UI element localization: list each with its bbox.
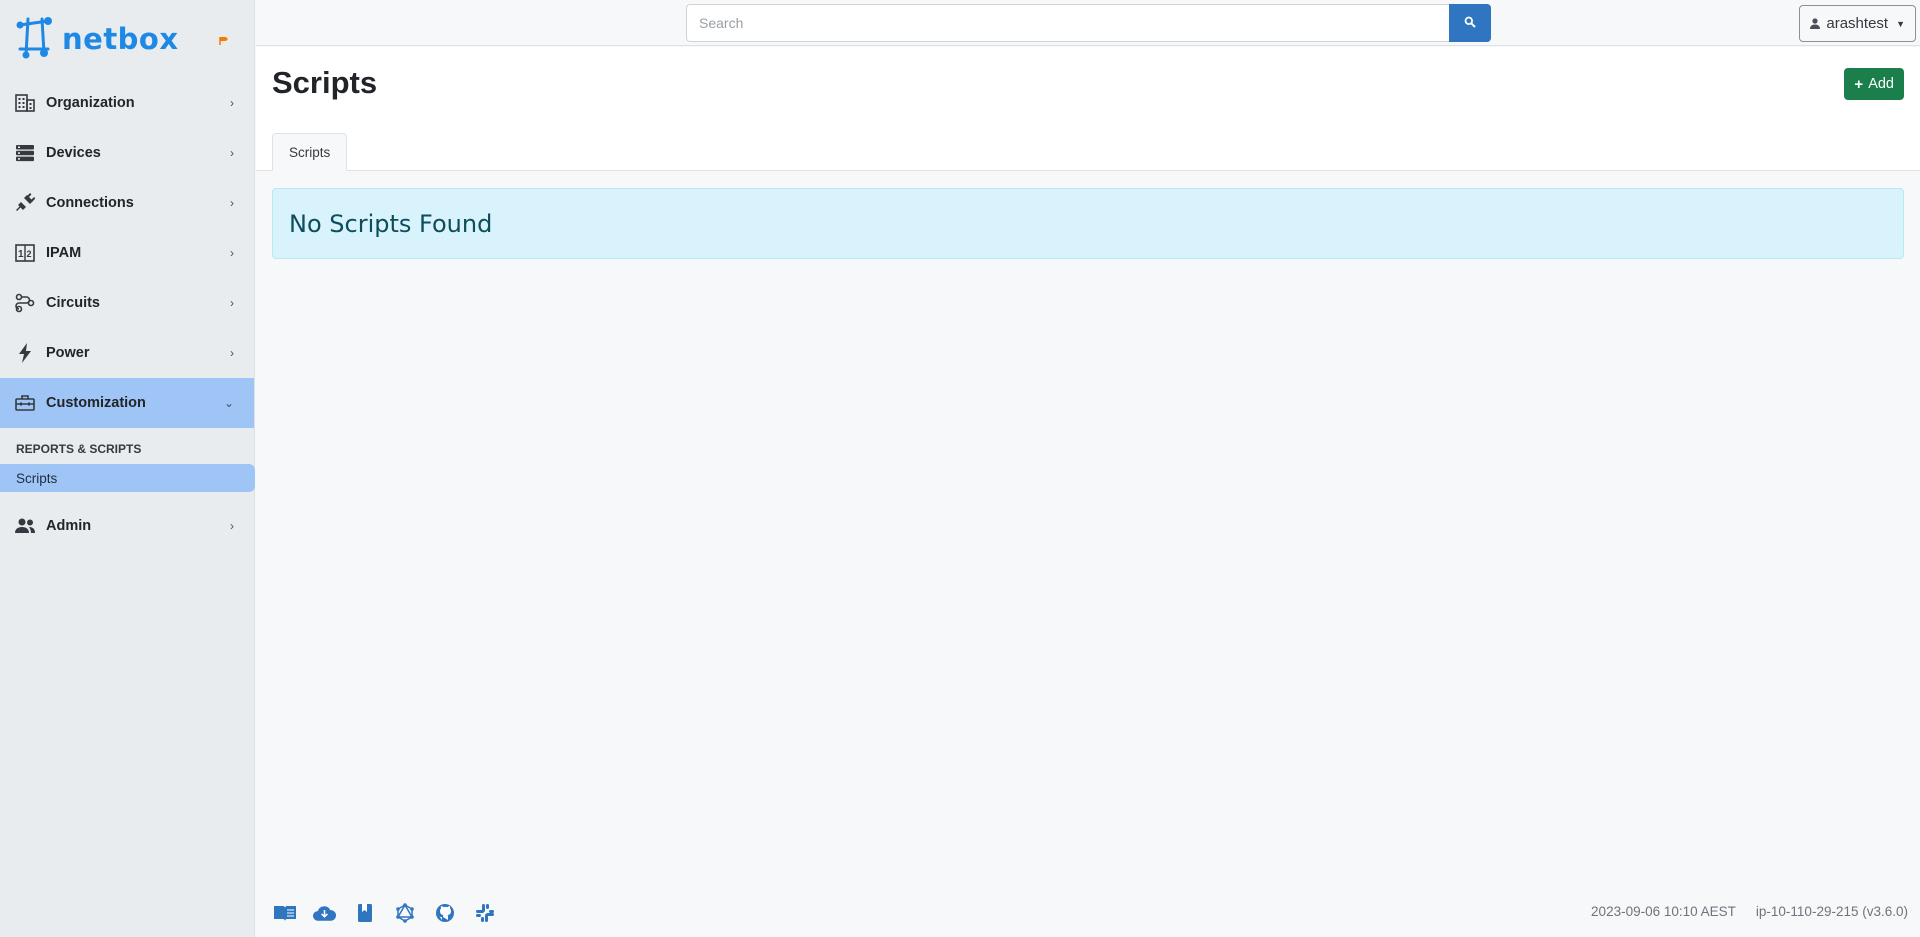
chevron-down-icon: ⌄ <box>223 396 234 410</box>
main-content: Scripts + Add Scripts No Scripts Found 2… <box>256 47 1920 937</box>
chevron-right-icon: › <box>230 246 234 260</box>
search-input[interactable] <box>686 4 1449 42</box>
section-heading-reports-scripts: REPORTS & SCRIPTS <box>16 442 142 456</box>
plus-icon: + <box>1854 75 1864 93</box>
chevron-right-icon: › <box>230 346 234 360</box>
book-icon[interactable] <box>352 902 377 924</box>
footer-timestamp: 2023-09-06 10:10 AEST <box>1591 904 1736 919</box>
github-icon[interactable] <box>432 902 457 924</box>
sidebar-item-organization[interactable]: Organization › <box>0 78 254 128</box>
sidebar: netbox Organization › Devices › Connecti… <box>0 0 255 937</box>
svg-text:1: 1 <box>18 249 24 260</box>
slack-icon[interactable] <box>472 902 497 924</box>
graphql-icon[interactable] <box>392 902 417 924</box>
sidebar-item-label: Circuits <box>46 295 100 311</box>
sidebar-subitem-scripts[interactable]: Scripts <box>0 464 255 492</box>
page-title: Scripts <box>272 65 378 100</box>
server-icon <box>14 142 36 164</box>
sidebar-item-label: IPAM <box>46 245 82 261</box>
tab-scripts[interactable]: Scripts <box>272 133 348 171</box>
sidebar-item-label: Customization <box>46 395 146 411</box>
api-icon[interactable] <box>312 902 337 924</box>
empty-message: No Scripts Found <box>289 209 493 238</box>
footer-links <box>272 902 497 924</box>
pin-icon[interactable] <box>218 33 230 51</box>
svg-text:2: 2 <box>27 249 32 259</box>
chevron-right-icon: › <box>230 519 234 533</box>
topbar: arashtest ▼ <box>256 0 1920 46</box>
search-button[interactable] <box>1449 4 1491 42</box>
username: arashtest <box>1826 15 1889 32</box>
sidebar-item-ipam[interactable]: 12 IPAM › <box>0 228 254 278</box>
toolbox-icon <box>14 392 36 414</box>
chevron-right-icon: › <box>230 196 234 210</box>
building-icon <box>14 92 36 114</box>
sidebar-item-customization[interactable]: Customization ⌄ <box>0 378 254 428</box>
user-icon <box>1810 18 1821 29</box>
counter-icon: 12 <box>14 242 36 264</box>
sidebar-item-label: Admin <box>46 518 92 534</box>
sidebar-item-label: Power <box>46 345 90 361</box>
sidebar-item-connections[interactable]: Connections › <box>0 178 254 228</box>
sidebar-item-power[interactable]: Power › <box>0 328 254 378</box>
page-header: Scripts + Add Scripts <box>256 47 1920 171</box>
sidebar-item-admin[interactable]: Admin › <box>0 501 254 551</box>
add-button-label: Add <box>1868 76 1894 92</box>
sidebar-item-label: Connections <box>46 195 134 211</box>
sidebar-item-devices[interactable]: Devices › <box>0 128 254 178</box>
caret-down-icon: ▼ <box>1896 18 1905 29</box>
sidebar-item-label: Devices <box>46 145 101 161</box>
footer-meta: 2023-09-06 10:10 AEST ip-10-110-29-215 (… <box>1591 904 1908 919</box>
empty-alert: No Scripts Found <box>272 188 1904 259</box>
brand[interactable]: netbox <box>0 0 254 78</box>
account-group-icon <box>14 515 36 537</box>
search-icon <box>1464 16 1476 31</box>
chevron-right-icon: › <box>230 96 234 110</box>
docs-icon[interactable] <box>272 902 297 924</box>
flash-icon <box>14 342 36 364</box>
footer-host: ip-10-110-29-215 (v3.6.0) <box>1755 904 1908 919</box>
user-menu-button[interactable]: arashtest ▼ <box>1799 5 1916 42</box>
search-form <box>686 4 1491 42</box>
plug-icon <box>14 192 36 214</box>
transit-connection-icon <box>14 292 36 314</box>
add-button[interactable]: + Add <box>1844 68 1904 100</box>
brand-name: netbox <box>62 22 179 56</box>
sidebar-item-circuits[interactable]: Circuits › <box>0 278 254 328</box>
chevron-right-icon: › <box>230 146 234 160</box>
chevron-right-icon: › <box>230 296 234 310</box>
netbox-logo-icon <box>16 15 52 64</box>
sidebar-item-label: Organization <box>46 95 135 111</box>
